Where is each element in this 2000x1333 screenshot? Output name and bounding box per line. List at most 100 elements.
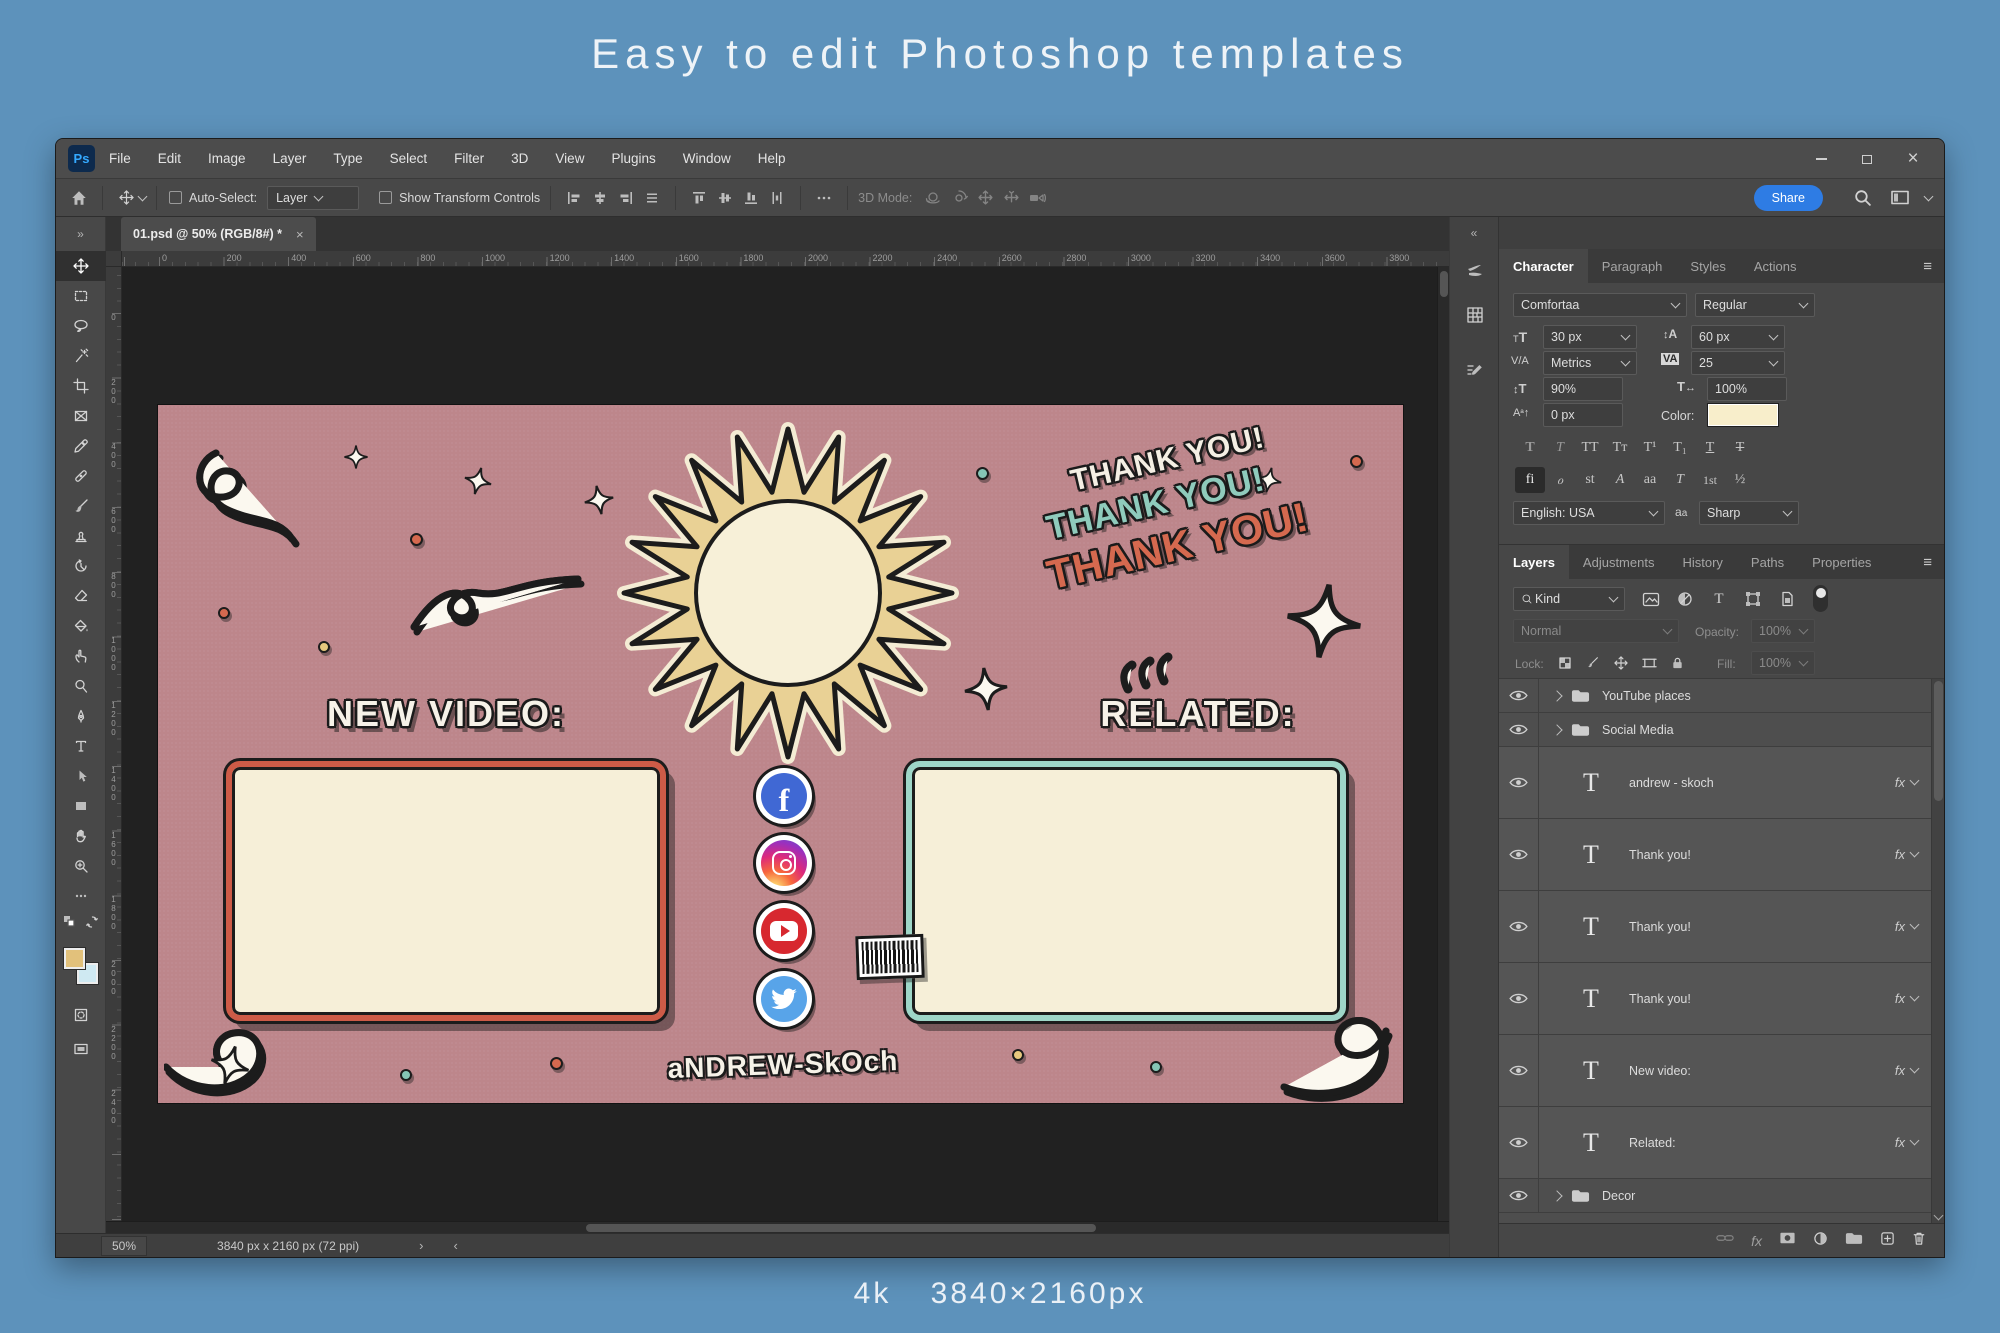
smudge-tool[interactable] xyxy=(56,641,106,671)
type-style-button[interactable]: T xyxy=(1725,435,1755,461)
layer-row[interactable]: T Related: fx xyxy=(1499,1107,1944,1179)
layer-row[interactable]: T Social Media xyxy=(1499,713,1944,747)
type-style-button[interactable]: T xyxy=(1515,435,1545,461)
baseline-shift-field[interactable]: 0 px xyxy=(1543,403,1623,427)
align-center-horizontal-icon[interactable] xyxy=(587,185,613,211)
text-color-swatch[interactable] xyxy=(1707,403,1779,427)
edit-toolbar-icon[interactable] xyxy=(56,881,106,911)
tab-paragraph[interactable]: Paragraph xyxy=(1588,249,1677,283)
layer-row[interactable]: T YouTube places xyxy=(1499,679,1944,713)
tab-adjustments[interactable]: Adjustments xyxy=(1569,545,1669,579)
foreground-color-swatch[interactable] xyxy=(64,948,85,969)
type-style-button[interactable]: T xyxy=(1545,435,1575,461)
text-layer-thumbnail[interactable]: T xyxy=(1571,984,1611,1014)
layer-fx-badge[interactable]: fx xyxy=(1895,1063,1911,1078)
workspace-layout-icon[interactable] xyxy=(1887,185,1913,211)
status-chevron-left[interactable]: ‹ xyxy=(453,1238,457,1253)
layers-scrollbar[interactable] xyxy=(1931,679,1944,1223)
layer-visibility-toggle[interactable] xyxy=(1499,1035,1539,1106)
move-tool[interactable] xyxy=(56,251,106,281)
type-style-button[interactable]: T₁ xyxy=(1665,435,1695,461)
status-chevron-right[interactable]: › xyxy=(419,1238,423,1253)
layer-name[interactable]: Social Media xyxy=(1602,723,1674,737)
zoom-level[interactable]: 50% xyxy=(101,1236,147,1256)
share-button[interactable]: Share xyxy=(1754,185,1823,211)
lock-transparent-icon[interactable] xyxy=(1551,651,1579,675)
auto-select-target-dropdown[interactable]: Layer xyxy=(267,186,359,210)
group-expand-chevron[interactable] xyxy=(1551,1190,1562,1201)
layer-fx-chevron[interactable] xyxy=(1910,992,1920,1002)
path-selection-tool[interactable] xyxy=(56,761,106,791)
type-style-button[interactable]: T¹ xyxy=(1635,435,1665,461)
collapse-panels-icon[interactable]: « xyxy=(1450,217,1498,249)
vertical-scrollbar[interactable] xyxy=(1437,267,1449,1221)
align-middle-icon[interactable] xyxy=(712,185,738,211)
close-button[interactable]: × xyxy=(1890,139,1936,179)
quick-mask-icon[interactable] xyxy=(56,1000,106,1030)
new-layer-icon[interactable] xyxy=(1880,1231,1895,1251)
layer-name[interactable]: Thank you! xyxy=(1629,920,1691,934)
menu-item[interactable]: Window xyxy=(683,151,731,166)
layer-name[interactable]: andrew - skoch xyxy=(1629,776,1714,790)
brush-settings-panel-icon[interactable] xyxy=(1450,349,1500,393)
filter-pixel-layers-icon[interactable] xyxy=(1637,587,1665,611)
tab-actions[interactable]: Actions xyxy=(1740,249,1811,283)
opentype-button[interactable]: ℴ xyxy=(1545,467,1575,493)
vertical-scale-field[interactable]: 90% xyxy=(1543,377,1623,401)
text-layer-thumbnail[interactable]: T xyxy=(1571,840,1611,870)
text-layer-thumbnail[interactable]: T xyxy=(1571,768,1611,798)
show-transform-checkbox[interactable] xyxy=(379,191,392,204)
tab-styles[interactable]: Styles xyxy=(1676,249,1739,283)
history-brush-tool[interactable] xyxy=(56,551,106,581)
layer-row[interactable]: T Thank you! fx xyxy=(1499,819,1944,891)
menu-item[interactable]: View xyxy=(555,151,584,166)
lasso-tool[interactable] xyxy=(56,311,106,341)
layer-visibility-toggle[interactable] xyxy=(1499,891,1539,962)
filter-smart-objects-icon[interactable] xyxy=(1773,587,1801,611)
layer-fx-badge[interactable]: fx xyxy=(1895,1135,1911,1150)
toolbar-expand-icon[interactable]: » xyxy=(56,217,105,251)
layer-row[interactable]: T Thank you! fx xyxy=(1499,963,1944,1035)
workspace-chevron[interactable] xyxy=(1924,191,1934,201)
layer-filter-dropdown[interactable]: Kind xyxy=(1513,587,1625,611)
layer-name[interactable]: Related: xyxy=(1629,1136,1676,1150)
menu-item[interactable]: File xyxy=(109,151,131,166)
clone-stamp-tool[interactable] xyxy=(56,521,106,551)
patterns-panel-icon[interactable] xyxy=(1450,293,1500,337)
align-right-icon[interactable] xyxy=(613,185,639,211)
delete-layer-icon[interactable] xyxy=(1912,1231,1926,1251)
layer-fx-badge[interactable]: fx xyxy=(1895,919,1911,934)
menu-item[interactable]: Select xyxy=(390,151,428,166)
tab-close-icon[interactable]: × xyxy=(296,227,304,242)
layer-style-icon[interactable]: fx xyxy=(1751,1233,1762,1249)
more-options-icon[interactable] xyxy=(811,185,837,211)
tab-properties[interactable]: Properties xyxy=(1798,545,1885,579)
video-placeholder-right[interactable] xyxy=(906,761,1346,1021)
default-colors-icon[interactable] xyxy=(63,915,77,934)
pen-tool[interactable] xyxy=(56,701,106,731)
text-layer-thumbnail[interactable]: T xyxy=(1571,1128,1611,1158)
canvas-artwork[interactable]: THANK YOU! THANK YOU! THANK YOU! NEW VID… xyxy=(158,405,1403,1103)
home-icon[interactable] xyxy=(66,185,92,211)
layer-row[interactable]: Decor xyxy=(1499,1179,1944,1213)
minimize-button[interactable] xyxy=(1798,139,1844,179)
menu-item[interactable]: Plugins xyxy=(611,151,655,166)
new-group-icon[interactable] xyxy=(1845,1232,1863,1250)
text-layer-thumbnail[interactable]: T xyxy=(1571,1056,1611,1086)
layer-name[interactable]: Thank you! xyxy=(1629,848,1691,862)
swap-colors-icon[interactable] xyxy=(85,915,99,934)
layer-fx-chevron[interactable] xyxy=(1910,1064,1920,1074)
layer-fx-badge[interactable]: fx xyxy=(1895,775,1911,790)
filter-type-layers-icon[interactable]: T xyxy=(1705,587,1733,611)
brush-tool[interactable] xyxy=(56,491,106,521)
layer-row[interactable]: T andrew - skoch fx xyxy=(1499,747,1944,819)
distribute-vertical-icon[interactable] xyxy=(639,185,665,211)
layer-fx-chevron[interactable] xyxy=(1910,920,1920,930)
layer-fx-badge[interactable]: fx xyxy=(1895,847,1911,862)
filter-adjustment-layers-icon[interactable] xyxy=(1671,587,1699,611)
lock-pixels-icon[interactable] xyxy=(1579,651,1607,675)
menu-item[interactable]: Edit xyxy=(158,151,181,166)
menu-item[interactable]: Filter xyxy=(454,151,484,166)
color-swatches[interactable] xyxy=(64,948,98,984)
tab-layers[interactable]: Layers xyxy=(1499,545,1569,579)
